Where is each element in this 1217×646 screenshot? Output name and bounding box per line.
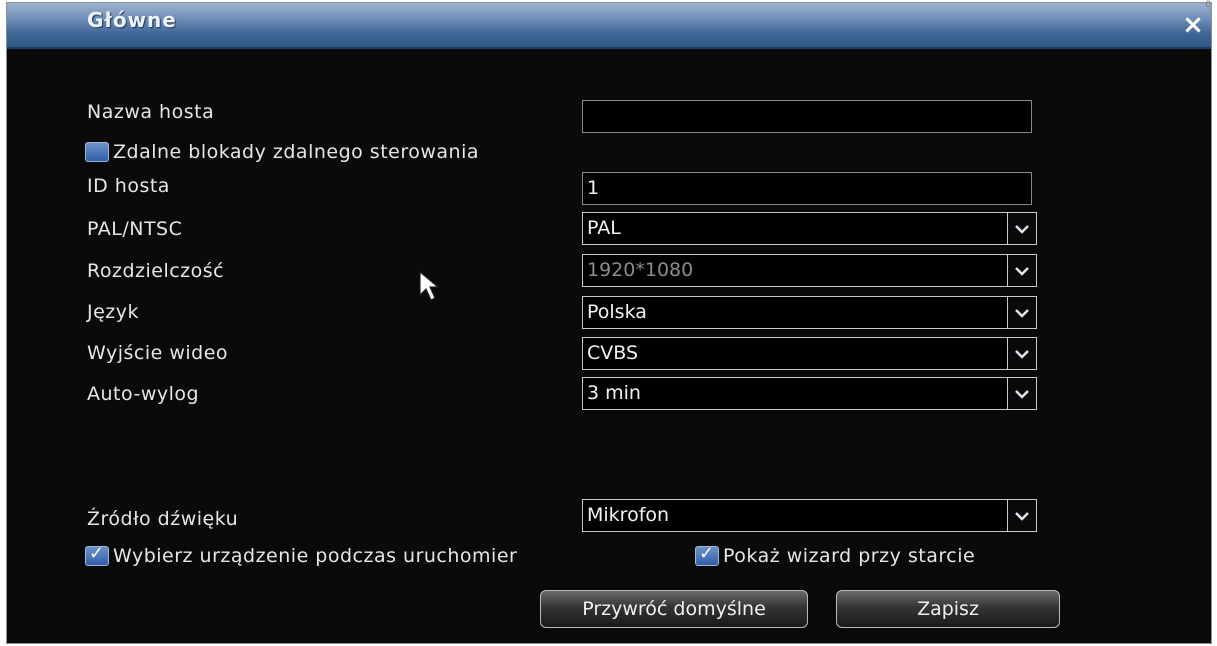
host-name-input[interactable] (582, 100, 1032, 133)
resolution-value: 1920*1080 (587, 259, 694, 281)
show-wizard-label: Pokaż wizard przy starcie (723, 545, 976, 567)
language-value: Polska (587, 301, 647, 323)
pal-ntsc-value: PAL (587, 217, 621, 239)
show-wizard-checkbox[interactable] (695, 543, 719, 566)
pal-ntsc-select[interactable]: PAL (582, 212, 1037, 245)
mouse-pointer-icon (419, 271, 440, 301)
host-name-label: Nazwa hosta (87, 101, 215, 123)
remote-lock-label: Zdalne blokady zdalnego sterowania (113, 141, 480, 163)
settings-dialog: Główne × Nazwa hosta Zdalne blokady zdal… (6, 2, 1212, 644)
host-id-input[interactable]: 1 (582, 172, 1032, 205)
auto-logout-value: 3 min (587, 382, 641, 404)
auto-logout-select[interactable]: 3 min (582, 377, 1037, 410)
chevron-down-icon[interactable] (1007, 213, 1036, 244)
host-id-label: ID hosta (87, 175, 170, 197)
audio-source-value: Mikrofon (587, 504, 670, 526)
chevron-down-icon[interactable] (1007, 255, 1036, 286)
audio-source-label: Źródło dźwięku (87, 508, 239, 530)
video-output-label: Wyjście wideo (87, 342, 229, 364)
auto-logout-label: Auto-wylog (87, 383, 200, 405)
remote-lock-checkbox-row[interactable]: Zdalne blokady zdalnego sterowania (85, 141, 479, 163)
video-output-value: CVBS (587, 342, 639, 364)
select-device-label: Wybierz urządzenie podczas uruchomier (113, 545, 518, 567)
dialog-title: Główne (87, 8, 177, 32)
corner-mark: 0 (1205, 0, 1211, 10)
resolution-select[interactable]: 1920*1080 (582, 254, 1037, 287)
chevron-down-icon[interactable] (1007, 297, 1036, 328)
video-output-select[interactable]: CVBS (582, 337, 1037, 370)
pal-ntsc-label: PAL/NTSC (87, 218, 183, 240)
select-device-checkbox-row[interactable]: Wybierz urządzenie podczas uruchomier (85, 543, 518, 567)
chevron-down-icon[interactable] (1007, 500, 1036, 531)
close-icon[interactable]: × (1181, 12, 1205, 38)
select-device-checkbox[interactable] (85, 543, 109, 566)
save-button[interactable]: Zapisz (836, 590, 1060, 628)
resolution-label: Rozdzielczość (87, 260, 225, 282)
chevron-down-icon[interactable] (1007, 338, 1036, 369)
language-label: Język (87, 301, 140, 323)
restore-defaults-button[interactable]: Przywróć domyślne (540, 590, 808, 628)
chevron-down-icon[interactable] (1007, 378, 1036, 409)
language-select[interactable]: Polska (582, 296, 1037, 329)
title-bar: Główne × (7, 3, 1211, 49)
remote-lock-checkbox[interactable] (85, 142, 109, 162)
audio-source-select[interactable]: Mikrofon (582, 499, 1037, 532)
show-wizard-checkbox-row[interactable]: Pokaż wizard przy starcie (695, 543, 976, 567)
